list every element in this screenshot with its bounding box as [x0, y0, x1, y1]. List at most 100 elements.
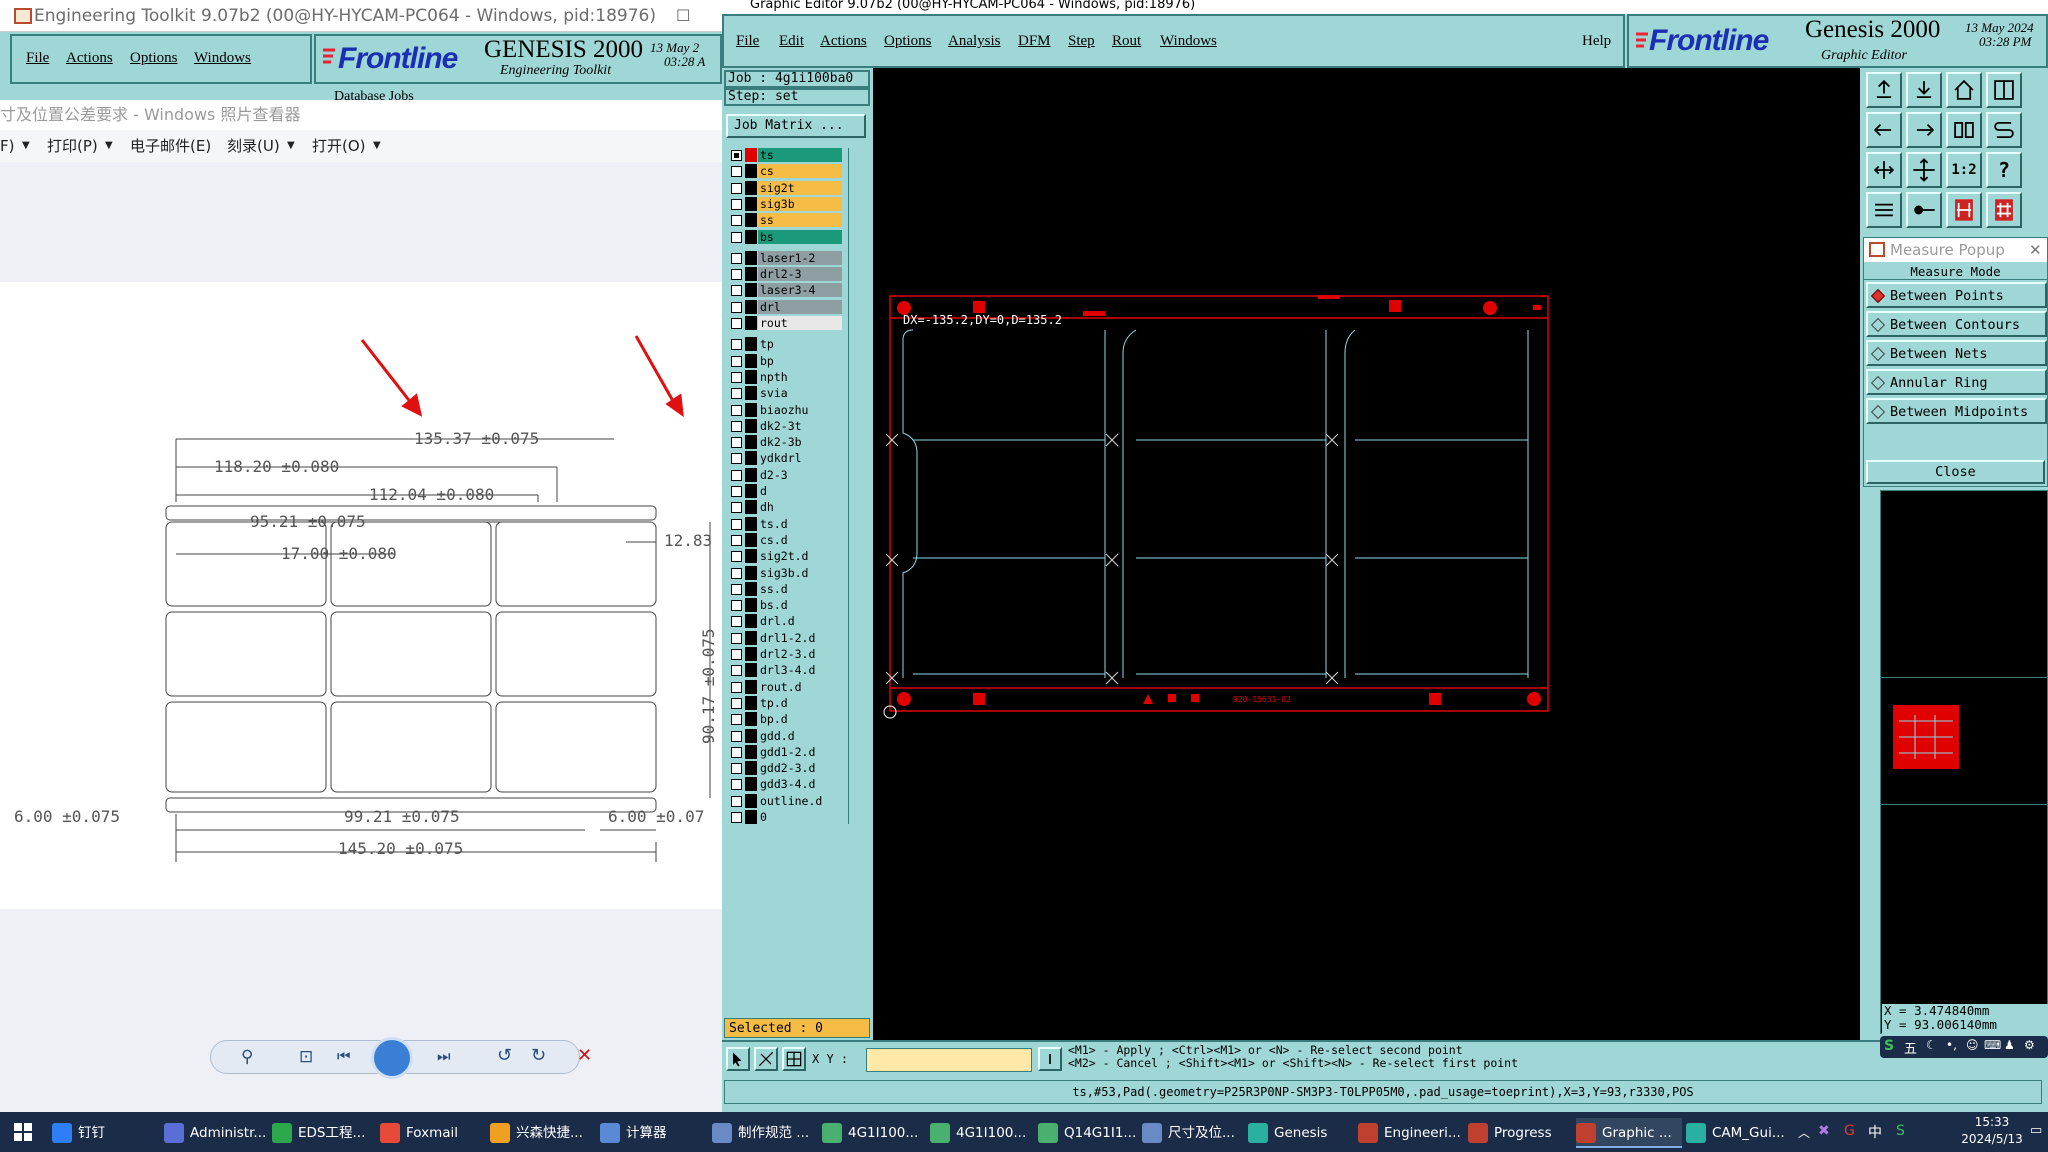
editor-titlebar[interactable]: Graphic Editor 9.07b2 (00@HY-HYCAM-PC064… — [722, 0, 2048, 14]
layer-row-laser3-4[interactable]: laser3-4 — [728, 283, 848, 298]
step-up-icon[interactable] — [1866, 72, 1902, 108]
keyboard-icon[interactable]: ⌨ — [1984, 1038, 2001, 1052]
layer-checkbox[interactable] — [731, 551, 742, 563]
layer-checkbox[interactable] — [731, 388, 742, 400]
notification-icon[interactable]: ▭ — [2030, 1123, 2042, 1138]
layer-row-cs[interactable]: cs — [728, 164, 848, 179]
layer-checkbox[interactable] — [731, 231, 742, 243]
grid-tool-icon[interactable] — [782, 1047, 806, 1071]
layer-checkbox[interactable] — [731, 795, 742, 807]
net-icon[interactable] — [1946, 192, 1982, 228]
layer-name[interactable]: d2-3 — [758, 467, 842, 482]
layer-checkbox[interactable] — [731, 166, 742, 178]
graphic-canvas[interactable]: DX=-135.2,DY=0,D=135.2 920-15631-02 — [873, 68, 1860, 1040]
job-matrix-button[interactable]: Job Matrix ... — [726, 114, 866, 138]
info-icon[interactable] — [1038, 1047, 1062, 1071]
ime-indicator[interactable]: 中 — [1868, 1122, 1882, 1142]
layer-name[interactable]: ss — [758, 213, 842, 228]
layer-row-laser1-2[interactable]: laser1-2 — [728, 250, 848, 266]
layer-row-bs-d[interactable]: bs.d — [728, 598, 848, 613]
layer-checkbox[interactable] — [731, 437, 742, 449]
layer-row-dk2-3b[interactable]: dk2-3b — [728, 435, 848, 450]
user-icon[interactable]: ♟ — [2004, 1038, 2015, 1052]
layer-row-rout[interactable]: rout — [728, 316, 848, 331]
taskbar-item[interactable]: 尺寸及位... — [1142, 1118, 1246, 1148]
layer-checkbox[interactable] — [731, 252, 742, 264]
toolkit-menu-file[interactable]: File — [26, 50, 49, 67]
layer-row-tp[interactable]: tp — [728, 337, 848, 352]
next-icon[interactable]: ⏭ — [437, 1047, 451, 1065]
layer-name[interactable]: sig3b — [758, 196, 842, 211]
ruler-icon[interactable] — [1866, 192, 1902, 228]
layer-checkbox[interactable] — [731, 518, 742, 530]
layer-checkbox[interactable] — [731, 632, 742, 644]
toolkit-titlebar[interactable]: Engineering Toolkit 9.07b2 (00@HY-HYCAM-… — [0, 0, 722, 32]
editor-menu-edit[interactable]: Edit — [779, 33, 804, 50]
layer-scrollbar[interactable] — [848, 148, 868, 824]
viewer-menu-email[interactable]: 电子邮件(E) — [130, 130, 211, 162]
taskbar-item[interactable]: Administr... — [164, 1118, 268, 1148]
layer-name[interactable]: drl3-4.d — [758, 663, 842, 678]
taskbar-item[interactable]: Progress — [1468, 1118, 1572, 1148]
layer-name[interactable]: ts — [758, 148, 842, 162]
layer-checkbox[interactable] — [731, 318, 742, 329]
taskbar-item[interactable]: 4G1I100... — [822, 1118, 926, 1148]
s-curve-icon[interactable] — [1986, 112, 2022, 148]
layer-row-gdd3-4-d[interactable]: gdd3-4.d — [728, 777, 848, 792]
taskbar-item[interactable]: Genesis — [1248, 1118, 1352, 1148]
layer-row-drl-d[interactable]: drl.d — [728, 614, 848, 629]
layer-row-svia[interactable]: svia — [728, 386, 848, 401]
layer-row-d2-3[interactable]: d2-3 — [728, 467, 848, 483]
layer-name[interactable]: bp — [758, 353, 842, 368]
layer-name[interactable]: ss.d — [758, 581, 842, 596]
taskbar-item[interactable]: 4G1I100... — [930, 1118, 1034, 1148]
layer-checkbox[interactable] — [731, 616, 742, 628]
layer-checkbox[interactable] — [731, 763, 742, 775]
layer-name[interactable]: gdd2-3.d — [758, 761, 842, 776]
layer-checkbox[interactable] — [731, 681, 742, 693]
layer-checkbox[interactable] — [731, 469, 742, 481]
layer-name[interactable]: cs.d — [758, 532, 842, 547]
layer-row-sig2t[interactable]: sig2t — [728, 180, 848, 196]
taskbar-item[interactable]: 计算器 — [600, 1118, 696, 1148]
viewer-titlebar[interactable]: 寸及位置公差要求 - Windows 照片查看器 — [0, 100, 722, 130]
windows-start-icon[interactable] — [14, 1123, 32, 1141]
viewer-menu-print[interactable]: 打印(P) — [47, 130, 98, 162]
select-tool-icon[interactable] — [726, 1047, 750, 1071]
viewer-menu-file[interactable]: F) — [0, 130, 14, 162]
layer-name[interactable]: bp.d — [758, 712, 842, 727]
layer-row-ts[interactable]: ts — [728, 148, 848, 163]
editor-menu-analysis[interactable]: Analysis — [948, 33, 1001, 50]
layer-row-ss-d[interactable]: ss.d — [728, 581, 848, 597]
layer-row-drl[interactable]: drl — [728, 299, 848, 315]
taskbar-item[interactable]: Foxmail — [380, 1118, 486, 1148]
taskbar-item[interactable]: Engineeri... — [1358, 1118, 1464, 1148]
layer-row-drl3-4-d[interactable]: drl3-4.d — [728, 663, 848, 678]
layer-checkbox[interactable] — [731, 812, 742, 823]
layer-checkbox[interactable] — [731, 215, 742, 227]
layer-checkbox[interactable] — [731, 285, 742, 297]
layer-row-outline-d[interactable]: outline.d — [728, 793, 848, 809]
layer-checkbox[interactable] — [731, 453, 742, 465]
layer-checkbox[interactable] — [731, 779, 742, 791]
editor-menu-dfm[interactable]: DFM — [1018, 33, 1051, 50]
layer-row-dk2-3t[interactable]: dk2-3t — [728, 418, 848, 434]
layer-checkbox[interactable] — [731, 182, 742, 194]
layer-name[interactable]: gdd3-4.d — [758, 777, 842, 792]
layer-name[interactable]: gdd1-2.d — [758, 744, 842, 759]
step-down-icon[interactable] — [1906, 72, 1942, 108]
toolkit-menu-options[interactable]: Options — [130, 50, 178, 67]
snap-icon[interactable] — [1946, 112, 1982, 148]
measure-close-button[interactable]: Close — [1866, 460, 2045, 484]
layer-row-ss[interactable]: ss — [728, 213, 848, 228]
clock-date[interactable]: 2024/5/13 — [1956, 1132, 2028, 1146]
layer-checkbox[interactable] — [731, 150, 742, 161]
tray-chevron-icon[interactable]: ︿ — [1798, 1124, 1810, 1141]
home-icon[interactable] — [1946, 72, 1982, 108]
zoom-icon[interactable]: ⚲ — [241, 1047, 253, 1067]
overview-panel[interactable] — [1880, 490, 2048, 1034]
layer-name[interactable]: ts.d — [758, 516, 842, 531]
layer-row-sig3b-d[interactable]: sig3b.d — [728, 565, 848, 581]
mode-between-midpoints[interactable]: Between Midpoints — [1866, 398, 2047, 424]
layer-name[interactable]: 0 — [758, 810, 842, 824]
